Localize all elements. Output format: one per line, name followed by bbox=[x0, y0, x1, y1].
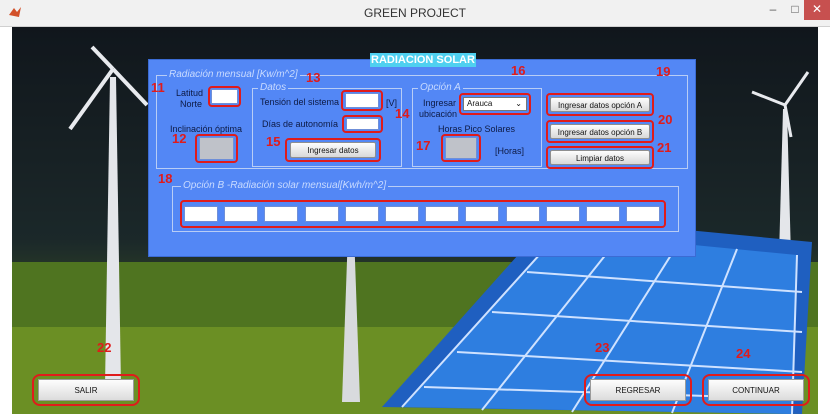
annotation-11: 11 bbox=[151, 80, 165, 95]
monthly-radiation-input[interactable] bbox=[264, 206, 299, 222]
monthly-radiation-input[interactable] bbox=[344, 206, 379, 222]
monthly-radiation-input[interactable] bbox=[626, 206, 661, 222]
regresar-highlight bbox=[584, 374, 692, 406]
monthly-radiation-input[interactable] bbox=[304, 206, 339, 222]
limpiar-button-highlight bbox=[546, 146, 654, 169]
salir-highlight bbox=[32, 374, 140, 406]
minimize-button[interactable]: ‒ bbox=[762, 0, 784, 20]
horas-unit: [Horas] bbox=[495, 146, 525, 156]
annotation-20: 20 bbox=[658, 112, 673, 127]
annotation-21: 21 bbox=[657, 140, 672, 155]
datos-label: Datos bbox=[258, 82, 289, 93]
monthly-radiation-input[interactable] bbox=[184, 206, 218, 222]
tension-highlight bbox=[341, 90, 383, 111]
opcion-a-button-highlight bbox=[546, 93, 654, 116]
monthly-radiation-input[interactable] bbox=[224, 206, 259, 222]
window-titlebar: GREEN PROJECT ‒ □ ✕ bbox=[0, 0, 830, 27]
opcion-a-label: Opción A bbox=[418, 82, 463, 93]
latitud-label-line1: Latitud bbox=[176, 88, 204, 98]
opcion-b-button-highlight bbox=[546, 120, 654, 143]
panel-title: RADIACION SOLAR bbox=[370, 53, 476, 67]
annotation-17: 17 bbox=[416, 138, 431, 153]
annotation-16: 16 bbox=[511, 63, 526, 78]
monthly-radiation-input[interactable] bbox=[465, 206, 500, 222]
annotation-14: 14 bbox=[395, 106, 410, 121]
ubicacion-label-line1: Ingresar bbox=[423, 98, 457, 108]
annotation-18: 18 bbox=[158, 171, 173, 186]
dias-label: Días de autonomía bbox=[262, 119, 339, 129]
annotation-24: 24 bbox=[736, 346, 751, 361]
monthly-radiation-input[interactable] bbox=[545, 206, 580, 222]
annotation-15: 15 bbox=[266, 134, 281, 149]
ubicacion-highlight bbox=[459, 93, 531, 115]
continuar-highlight bbox=[702, 374, 810, 406]
latitud-highlight bbox=[208, 86, 241, 107]
ubicacion-label-line2: ubicación bbox=[419, 109, 458, 119]
inclinacion-highlight bbox=[195, 134, 238, 163]
monthly-radiation-input[interactable] bbox=[505, 206, 540, 222]
annotation-23: 23 bbox=[595, 340, 610, 355]
opcion-b-label: Opción B -Radiación solar mensual[Kwh/m^… bbox=[181, 180, 389, 191]
annotation-22: 22 bbox=[97, 340, 112, 355]
tension-label: Tensión del sistema bbox=[260, 97, 340, 107]
window-title: GREEN PROJECT bbox=[363, 6, 466, 20]
monthly-radiation-input[interactable] bbox=[586, 206, 620, 222]
monthly-radiation-input[interactable] bbox=[385, 206, 419, 222]
annotation-13: 13 bbox=[306, 70, 321, 85]
annotation-12: 12 bbox=[172, 131, 187, 146]
monthly-radiation-input[interactable] bbox=[425, 206, 460, 222]
dias-highlight bbox=[342, 115, 383, 133]
horas-label: Horas Pico Solares bbox=[438, 124, 516, 134]
horas-highlight bbox=[441, 134, 481, 162]
maximize-button[interactable]: □ bbox=[786, 0, 804, 20]
ingresar-datos-highlight bbox=[285, 138, 381, 162]
latitud-label-line2: Norte bbox=[180, 99, 203, 109]
annotation-19: 19 bbox=[656, 64, 671, 79]
close-button[interactable]: ✕ bbox=[804, 0, 830, 20]
radiacion-mensual-label: Radiación mensual [Kw/m^2] bbox=[167, 69, 300, 80]
